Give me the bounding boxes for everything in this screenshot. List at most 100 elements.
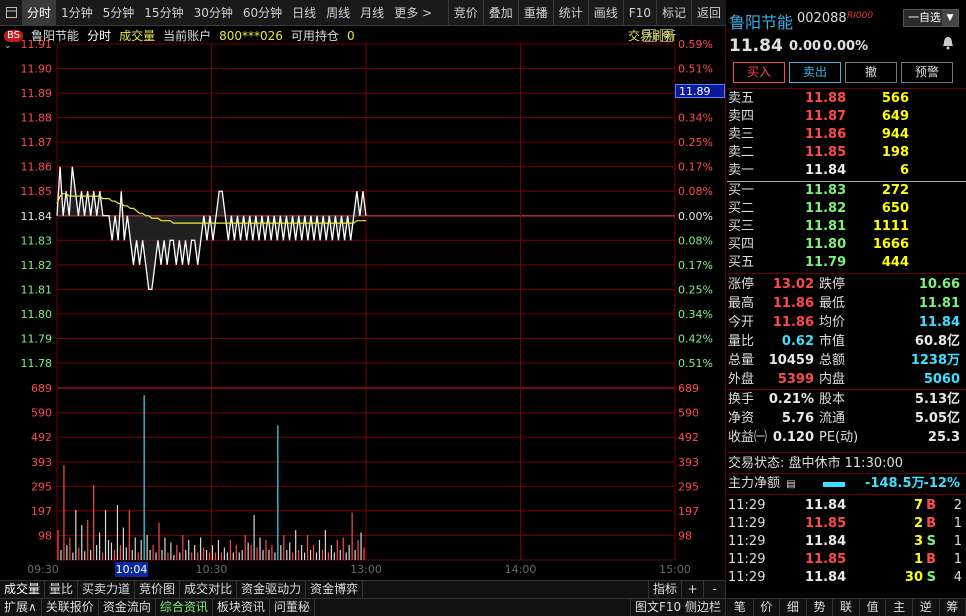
draw-line-button[interactable]: 画线 xyxy=(587,0,623,25)
cancel-order-button[interactable]: 撤 xyxy=(845,62,897,83)
volume-tick-label: 98 xyxy=(38,530,52,543)
pct-tick-label: 0.34% xyxy=(678,308,713,321)
tick-direction: S xyxy=(926,534,936,549)
bid-price: 11.81 xyxy=(805,219,847,234)
stat-value: 11.84 xyxy=(918,315,960,330)
indicator-button[interactable]: 指标 xyxy=(647,581,682,598)
tab-trade-compare[interactable]: 成交对比 xyxy=(180,581,238,598)
bs-badge[interactable]: BS xyxy=(4,29,24,42)
sell-button[interactable]: 卖出 xyxy=(789,62,841,83)
tick-count: 2 xyxy=(953,498,962,513)
ask-row[interactable]: 卖四 11.87 649 xyxy=(727,108,966,126)
overlay-button[interactable]: 叠加 xyxy=(482,0,518,25)
capital-flow-tab[interactable]: 资金流向 xyxy=(99,599,156,616)
ask-row[interactable]: 卖一 11.84 6 xyxy=(727,162,966,180)
tab-more[interactable]: 更多 > xyxy=(389,0,437,25)
stock-name-label: 鲁阳节能 xyxy=(31,29,80,43)
tab-capital-game[interactable]: 资金博弈 xyxy=(306,581,364,598)
close-icon[interactable]: × xyxy=(643,29,656,42)
auction-button[interactable]: 竞价 xyxy=(447,0,483,25)
tab-monthly[interactable]: 月线 xyxy=(355,0,389,25)
bid-row[interactable]: 买一 11.83 272 xyxy=(727,182,966,200)
tick-time: 11:29 xyxy=(728,534,766,549)
ask-secretary-tab[interactable]: 问董秘 xyxy=(270,599,315,616)
bid-row[interactable]: 买二 11.82 650 xyxy=(727,200,966,218)
quote-tab-逆[interactable]: 逆 xyxy=(913,599,940,616)
add-indicator-button[interactable]: + xyxy=(682,581,704,598)
ask-price: 11.84 xyxy=(805,163,847,178)
stat-value: 5.05亿 xyxy=(914,411,960,426)
tick-row[interactable]: 11:29 11.84 30 S 4 xyxy=(727,569,966,587)
quote-tab-势[interactable]: 势 xyxy=(807,599,834,616)
tick-row[interactable]: 11:29 11.84 7 B 2 xyxy=(727,497,966,515)
tab-auction-chart[interactable]: 竞价图 xyxy=(135,581,181,598)
buy-button[interactable]: 买入 xyxy=(733,62,785,83)
intraday-chart[interactable]: 11.910.59%11.900.51%11.890.42%11.880.34%… xyxy=(0,26,726,578)
list-icon[interactable]: ▤ xyxy=(786,479,795,490)
grid-menu-icon[interactable] xyxy=(0,0,22,25)
dropdown-arrow-icon[interactable]: ▼ xyxy=(942,10,958,26)
bid-row[interactable]: 买四 11.80 1666 xyxy=(727,236,966,254)
bid-row[interactable]: 买五 11.79 444 xyxy=(727,254,966,272)
tab-1min[interactable]: 1分钟 xyxy=(56,0,98,25)
chart-info-line: BS 鲁阳节能 分时 成交量 当前账户 800***026 可用持仓 0 交易刷… xyxy=(0,27,676,44)
f10-sidebar-button[interactable]: 图文F10 侧边栏 xyxy=(630,599,726,616)
expand-button[interactable]: 扩展∧ xyxy=(0,599,42,616)
tick-row[interactable]: 11:29 11.84 3 S 1 xyxy=(727,533,966,551)
tick-list[interactable]: 11:29 11.84 7 B 2 11:29 11.85 2 B 1 11:29 11.84 3 S 1 1… xyxy=(727,497,966,587)
tick-price: 11.84 xyxy=(805,498,847,513)
related-quotes-tab[interactable]: 关联报价 xyxy=(42,599,99,616)
tab-60min[interactable]: 60分钟 xyxy=(238,0,287,25)
quote-tab-主[interactable]: 主 xyxy=(886,599,913,616)
tick-row[interactable]: 11:29 11.85 2 B 1 xyxy=(727,515,966,533)
tab-volume[interactable]: 成交量 xyxy=(0,581,46,598)
general-news-tab[interactable]: 综合资讯 xyxy=(156,599,213,616)
quote-tab-筹[interactable]: 筹 xyxy=(940,599,966,616)
price-tick-label: 11.88 xyxy=(21,112,53,125)
quote-tab-值[interactable]: 值 xyxy=(860,599,887,616)
ask-row[interactable]: 卖五 11.88 566 xyxy=(727,90,966,108)
statistics-button[interactable]: 统计 xyxy=(552,0,588,25)
tick-row[interactable]: 11:29 11.85 1 B 1 xyxy=(727,551,966,569)
f10-button[interactable]: F10 xyxy=(622,0,656,25)
tab-intraday[interactable]: 分时 xyxy=(22,0,57,25)
stat-row: 收益㈠ 0.120 PE(动) 25.3 xyxy=(727,428,966,447)
price-alert-button[interactable]: 预警 xyxy=(901,62,953,83)
tab-15min[interactable]: 15分钟 xyxy=(139,0,188,25)
tab-weekly[interactable]: 周线 xyxy=(321,0,355,25)
info-bar: 扩展∧ 关联报价 资金流向 综合资讯 板块资讯 问董秘 图文F10 侧边栏 xyxy=(0,598,726,616)
back-button[interactable]: 返回 xyxy=(690,0,726,25)
tick-time: 11:29 xyxy=(728,552,766,567)
replay-button[interactable]: 重播 xyxy=(517,0,553,25)
tab-capital-drive[interactable]: 资金驱动力 xyxy=(237,581,307,598)
bid-price: 11.82 xyxy=(805,201,847,216)
bid-level-label: 买四 xyxy=(728,237,755,252)
remove-indicator-button[interactable]: - xyxy=(704,581,726,598)
mark-button[interactable]: 标记 xyxy=(655,0,691,25)
chart-area[interactable]: 11.910.59%11.900.51%11.890.42%11.880.34%… xyxy=(0,26,726,578)
quote-tab-价[interactable]: 价 xyxy=(754,599,781,616)
tab-buy-sell-power[interactable]: 买卖力道 xyxy=(78,581,136,598)
tab-daily[interactable]: 日线 xyxy=(287,0,321,25)
ask-row[interactable]: 卖二 11.85 198 xyxy=(727,144,966,162)
tab-volume-ratio[interactable]: 量比 xyxy=(45,581,79,598)
sector-news-tab[interactable]: 板块资讯 xyxy=(213,599,270,616)
quote-tab-细[interactable]: 细 xyxy=(780,599,807,616)
price-tick-label: 11.86 xyxy=(21,161,53,174)
ask-volume: 649 xyxy=(881,109,909,124)
quote-tab-联[interactable]: 联 xyxy=(833,599,860,616)
collapse-chevron-icon[interactable]: ⌄ xyxy=(4,41,12,51)
bid-row[interactable]: 买三 11.81 1111 xyxy=(727,218,966,236)
ask-row[interactable]: 卖三 11.86 944 xyxy=(727,126,966,144)
self-select-dropdown[interactable]: 一自选 ▼ xyxy=(903,9,959,27)
bell-icon[interactable] xyxy=(941,36,955,54)
bid-volume: 272 xyxy=(881,183,909,198)
ask-level-label: 卖二 xyxy=(728,145,755,160)
quote-tab-笔[interactable]: 笔 xyxy=(727,599,754,616)
tab-30min[interactable]: 30分钟 xyxy=(189,0,238,25)
settings-icon[interactable]: ⚙ xyxy=(660,29,673,42)
tab-5min[interactable]: 5分钟 xyxy=(98,0,140,25)
ask-volume: 944 xyxy=(881,127,909,142)
price-tick-label: 11.80 xyxy=(21,308,53,321)
tick-count: 4 xyxy=(953,570,962,585)
